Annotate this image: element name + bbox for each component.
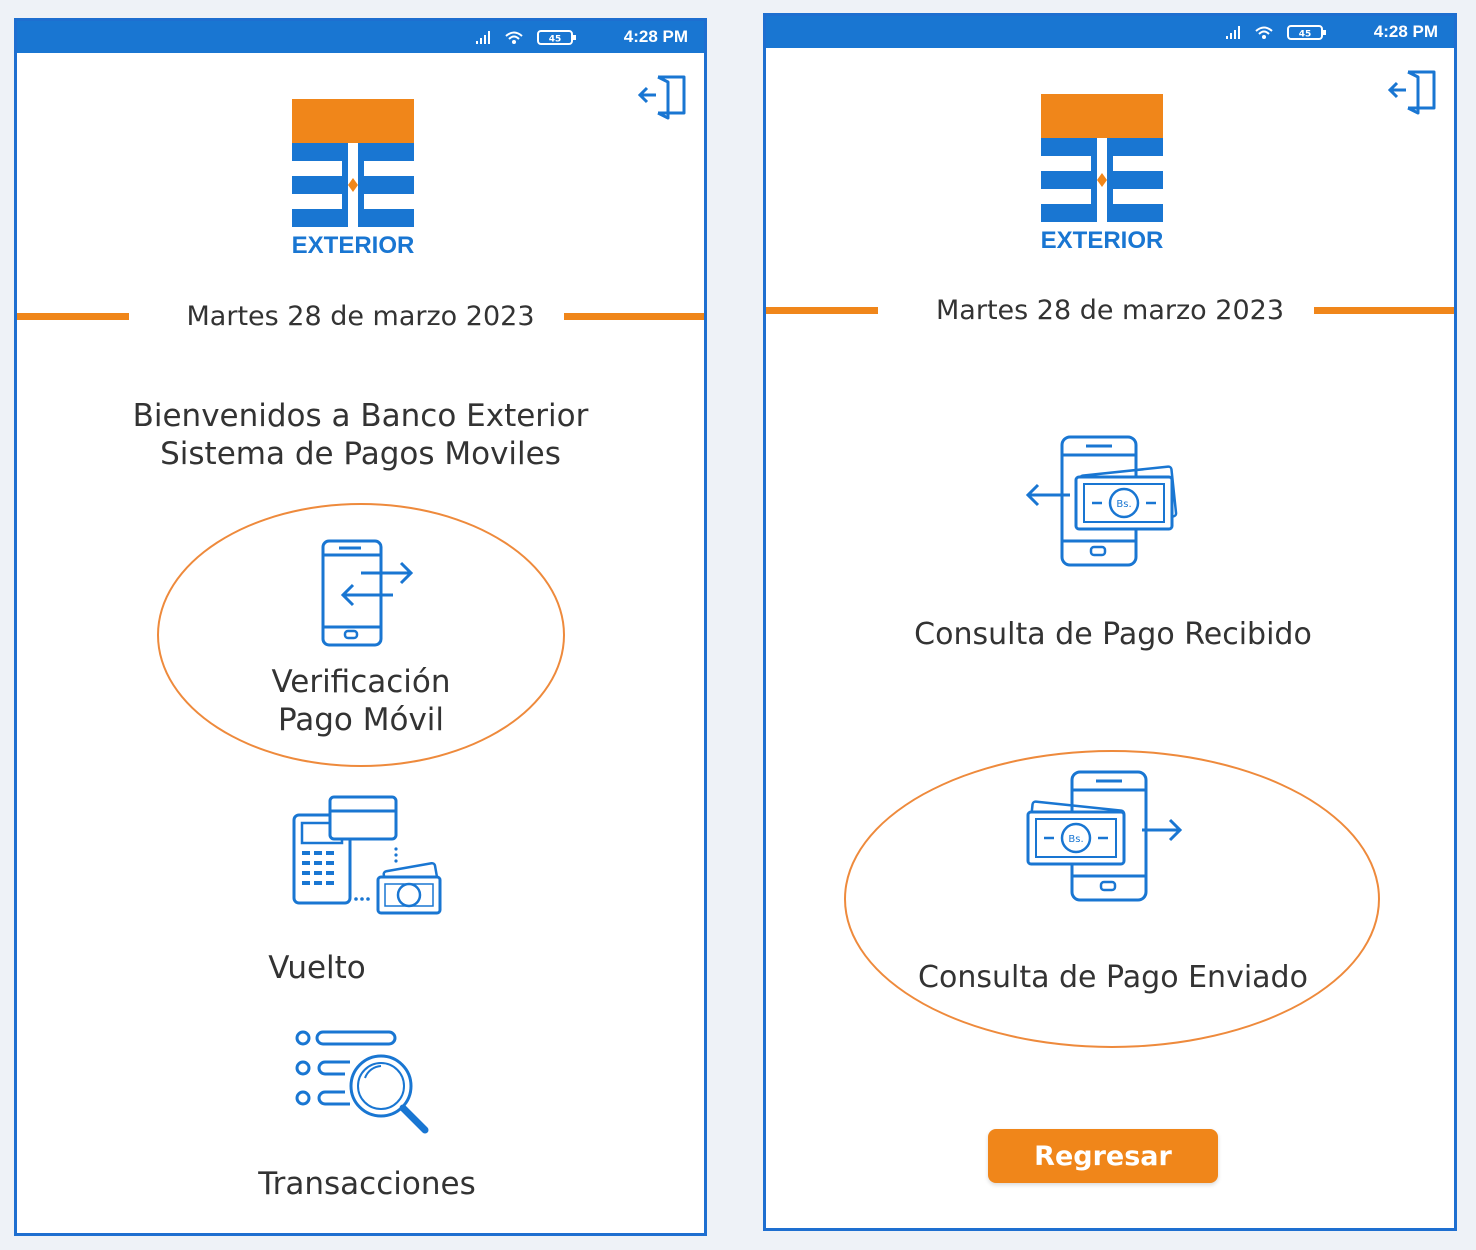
phone-screen-home: 45 4:28 PM EXTERIOR Martes 28 de marzo 2… [14, 18, 707, 1236]
welcome-title: Bienvenidos a Banco Exterior [132, 398, 589, 434]
svg-text:Bs.: Bs. [1068, 834, 1083, 845]
date-divider-right [564, 313, 704, 320]
wifi-icon [505, 31, 523, 40]
menu-enviado-label: Consulta de Pago Enviado [918, 960, 1308, 995]
battery-level: 45 [549, 35, 562, 45]
menu-verificacion-label: Verificación Pago Móvil [271, 664, 451, 738]
banco-exterior-logo: EXTERIOR [1041, 94, 1164, 254]
banco-exterior-logo: EXTERIOR [292, 99, 415, 259]
svg-text:Bs.: Bs. [1116, 499, 1131, 510]
svg-text:EXTERIOR: EXTERIOR [1041, 227, 1164, 254]
menu-transacciones-label: Transacciones [258, 1166, 476, 1202]
phone-screen-consultas: 45 4:28 PM EXTERIOR Martes 28 de marzo 2… [763, 13, 1457, 1231]
phone-transfer-icon [321, 539, 414, 647]
menu-transacciones[interactable]: Transacciones [207, 1026, 527, 1206]
menu-verificacion-pago-movil[interactable]: Verificación Pago Móvil [157, 521, 565, 761]
logout-icon[interactable] [1388, 66, 1440, 118]
payment-sent-icon: Bs. [1026, 770, 1183, 902]
logout-icon[interactable] [638, 71, 690, 123]
status-bar: 45 4:28 PM [766, 16, 1454, 48]
welcome-message: Bienvenidos a Banco Exterior Sistema de … [17, 397, 704, 473]
status-icons: 45 [1226, 25, 1326, 40]
svg-text:EXTERIOR: EXTERIOR [292, 232, 415, 259]
menu-consulta-pago-recibido[interactable]: Bs. Consulta de Pago Recibido [866, 431, 1360, 661]
menu-recibido-label: Consulta de Pago Recibido [914, 617, 1312, 652]
payment-received-icon: Bs. [1025, 435, 1178, 567]
status-time: 4:28 PM [1373, 22, 1438, 41]
signal-icon [476, 31, 490, 44]
date-header: Martes 28 de marzo 2023 [766, 291, 1454, 331]
menu-consulta-pago-enviado[interactable]: Bs. Consulta de Pago Enviado [866, 766, 1360, 1006]
regresar-button[interactable]: Regresar [988, 1129, 1218, 1183]
date-divider-right [1314, 307, 1454, 314]
status-time: 4:28 PM [623, 27, 688, 46]
status-bar: 45 4:28 PM [17, 21, 704, 53]
pos-terminal-cash-icon [292, 795, 442, 915]
wifi-icon [1255, 26, 1273, 35]
search-list-icon [295, 1030, 429, 1134]
welcome-subtitle: Sistema de Pagos Moviles [160, 436, 561, 472]
signal-icon [1226, 26, 1240, 39]
menu-vuelto-label: Vuelto [268, 950, 366, 986]
battery-level: 45 [1299, 30, 1312, 40]
status-icons: 45 [476, 30, 576, 45]
menu-vuelto[interactable]: Vuelto [207, 793, 507, 993]
date-header: Martes 28 de marzo 2023 [17, 297, 704, 337]
